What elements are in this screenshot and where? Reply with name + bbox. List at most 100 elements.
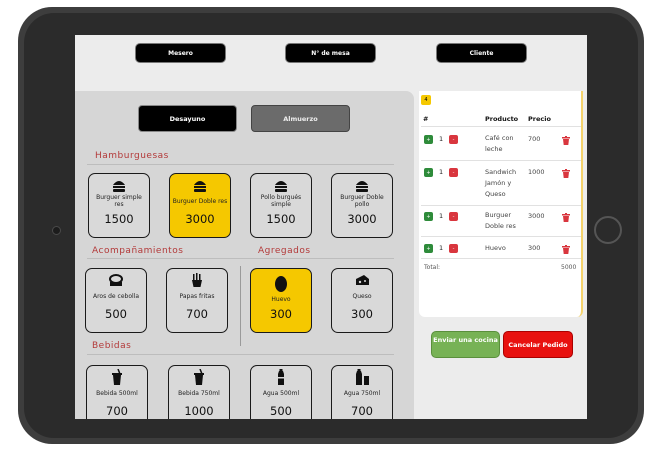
row-divider	[421, 258, 581, 259]
product-name: Bebida 500ml	[96, 389, 138, 397]
increase-qty-button[interactable]: +	[424, 244, 433, 253]
cheese-icon	[355, 272, 370, 288]
column-header-num: #	[423, 115, 429, 123]
product-price: 500	[270, 404, 292, 418]
product-name: Pollo burgués simple	[260, 194, 302, 208]
camera-icon	[52, 226, 61, 235]
burger-icon	[274, 177, 288, 193]
decrease-qty-button[interactable]: -	[449, 244, 458, 253]
item-product: Huevo	[485, 244, 506, 252]
increase-qty-button[interactable]: +	[424, 135, 433, 144]
total-label: Total:	[424, 264, 441, 271]
app-screen: Mesero N° de mesa Cliente Desayuno Almue…	[75, 35, 587, 419]
fries-icon	[190, 272, 204, 288]
item-qty: 1	[439, 244, 444, 252]
row-divider	[421, 205, 581, 206]
egg-icon	[274, 272, 288, 294]
product-card-huevo[interactable]: Huevo 300	[250, 268, 312, 333]
product-price: 300	[270, 307, 292, 321]
product-name: Bebida 750ml	[178, 389, 220, 397]
product-name: Agua 500ml	[262, 389, 300, 397]
burger-icon	[355, 177, 369, 193]
product-price: 700	[106, 404, 128, 418]
section-title-burgers: Hamburguesas	[95, 151, 169, 161]
client-field[interactable]: Cliente	[436, 43, 527, 63]
product-card-aros-cebolla[interactable]: Aros de cebolla 500	[85, 268, 147, 333]
table-number-field[interactable]: N° de mesa	[285, 43, 376, 63]
tab-almuerzo[interactable]: Almuerzo	[251, 105, 350, 132]
item-qty: 1	[439, 212, 444, 220]
product-name: Burguer simple res	[96, 194, 142, 208]
product-card-agua-500[interactable]: Agua 500ml 500	[250, 365, 312, 419]
product-card-bebida-750[interactable]: Bebida 750ml 1000	[168, 365, 230, 419]
cancel-order-button[interactable]: Cancelar Pedido	[503, 331, 573, 358]
increase-qty-button[interactable]: +	[424, 212, 433, 221]
home-button[interactable]	[594, 216, 622, 244]
onion-rings-icon	[108, 272, 124, 288]
trash-icon[interactable]	[562, 169, 570, 178]
waiter-field[interactable]: Mesero	[135, 43, 226, 63]
product-name: Burguer Doble pollo	[340, 194, 384, 208]
burger-icon	[193, 177, 207, 193]
water-bottle-icon	[354, 369, 370, 385]
column-divider	[240, 266, 241, 346]
trash-icon[interactable]	[562, 136, 570, 145]
cup-icon	[192, 369, 206, 385]
product-name: Queso	[352, 292, 372, 300]
product-card-queso[interactable]: Queso 300	[331, 268, 393, 333]
row-divider	[421, 126, 581, 127]
column-header-price: Precio	[528, 115, 551, 123]
product-card-burger-simple-res[interactable]: Burguer simple res 1500	[88, 173, 150, 238]
product-price: 3000	[185, 212, 215, 226]
item-qty: 1	[439, 135, 444, 143]
product-price: 3000	[347, 212, 377, 226]
water-bottle-icon	[276, 369, 286, 385]
section-title-extras: Agregados	[258, 246, 311, 256]
order-header: Mesero N° de mesa Cliente	[75, 35, 587, 85]
product-price: 1500	[104, 212, 134, 226]
section-title-sides: Acompañamientos	[92, 246, 184, 256]
product-card-burger-doble-res[interactable]: Burguer Doble res 3000	[169, 173, 231, 238]
product-card-pollo-simple[interactable]: Pollo burgués simple 1500	[250, 173, 312, 238]
item-product: Café con leche	[485, 134, 514, 153]
product-name: Agua 750ml	[343, 389, 381, 397]
trash-icon[interactable]	[562, 213, 570, 222]
product-card-papas-fritas[interactable]: Papas fritas 700	[166, 268, 228, 333]
item-price: 700	[528, 135, 541, 143]
product-price: 300	[351, 307, 373, 321]
product-card-agua-750[interactable]: Agua 750ml 700	[331, 365, 393, 419]
tab-desayuno[interactable]: Desayuno	[138, 105, 237, 132]
burger-icon	[112, 177, 126, 193]
menu-panel: Desayuno Almuerzo Hamburguesas Burguer s…	[75, 91, 414, 419]
order-count-badge: 4	[421, 95, 431, 105]
item-price: 3000	[528, 212, 545, 220]
send-to-kitchen-button[interactable]: Enviar una cocina	[431, 331, 500, 358]
column-header-product: Producto	[485, 115, 519, 123]
section-divider	[87, 354, 394, 355]
product-name: Papas fritas	[179, 292, 215, 300]
decrease-qty-button[interactable]: -	[449, 135, 458, 144]
item-price: 300	[528, 244, 541, 252]
product-name: Aros de cebolla	[92, 292, 140, 300]
product-name: Huevo	[271, 295, 291, 303]
section-divider	[87, 164, 394, 165]
cup-icon	[110, 369, 124, 385]
section-divider	[87, 258, 394, 259]
product-price: 1500	[266, 212, 296, 226]
section-title-drinks: Bebidas	[92, 341, 132, 351]
row-divider	[421, 160, 581, 161]
trash-icon[interactable]	[562, 245, 570, 254]
product-price: 500	[105, 307, 127, 321]
product-card-burger-doble-pollo[interactable]: Burguer Doble pollo 3000	[331, 173, 393, 238]
decrease-qty-button[interactable]: -	[449, 212, 458, 221]
product-name: Burguer Doble res	[172, 197, 228, 205]
product-price: 700	[186, 307, 208, 321]
increase-qty-button[interactable]: +	[424, 168, 433, 177]
item-product: Burguer Doble res	[485, 211, 516, 230]
item-price: 1000	[528, 168, 545, 176]
row-divider	[421, 236, 581, 237]
product-card-bebida-500[interactable]: Bebida 500ml 700	[86, 365, 148, 419]
product-price: 700	[351, 404, 373, 418]
decrease-qty-button[interactable]: -	[449, 168, 458, 177]
item-product: Sandwich Jamón y Queso	[485, 168, 517, 198]
